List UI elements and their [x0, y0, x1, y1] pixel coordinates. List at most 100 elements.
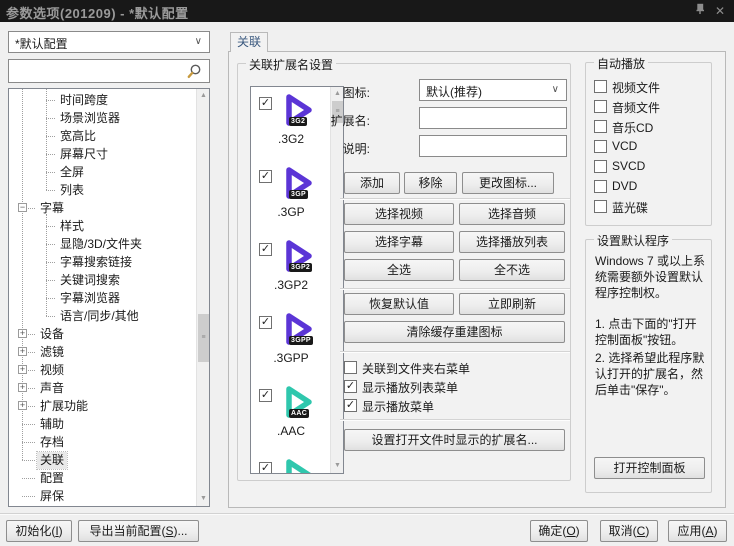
cancel-button[interactable]: 取消(C)	[600, 520, 658, 542]
sidebar-item-16[interactable]: 声音	[37, 380, 67, 397]
description-input[interactable]	[419, 135, 567, 157]
list-item-extension[interactable]: ✓ 3GP .3GP	[251, 164, 331, 237]
sidebar-item-7[interactable]: 样式	[57, 218, 87, 235]
window-title: 参数选项(201209) - *默认配置	[6, 6, 189, 21]
sidebar-item-3[interactable]: 屏幕尺寸	[57, 146, 111, 163]
icon-select[interactable]: 默认(推荐) ∨	[419, 79, 567, 101]
tree-connector	[46, 172, 55, 173]
extension-label: .3GP	[277, 205, 305, 219]
extension-checkbox[interactable]: ✓	[259, 316, 272, 329]
tab-association[interactable]: 关联	[230, 32, 268, 52]
default-program-instructions: 2. 选择希望此程序默认打开的扩展名，然后单击"保存"。	[595, 351, 705, 397]
apply-button[interactable]: 应用(A)	[668, 520, 727, 542]
restore-default-button[interactable]: 恢复默认值	[344, 293, 454, 315]
add-button[interactable]: 添加	[344, 172, 400, 194]
autoplay-group-title: 自动播放	[594, 55, 649, 72]
default-program-group-title: 设置默认程序	[594, 232, 673, 249]
export-config-button[interactable]: 导出当前配置(S)...	[78, 520, 199, 542]
extension-checkbox[interactable]: ✓	[259, 243, 272, 256]
scroll-down-icon[interactable]: ▼	[197, 492, 209, 506]
sidebar-item-4[interactable]: 全屏	[57, 164, 87, 181]
sidebar-item-18[interactable]: 辅助	[37, 416, 67, 433]
profile-value: *默认配置	[15, 37, 68, 51]
refresh-now-button[interactable]: 立即刷新	[459, 293, 565, 315]
close-icon[interactable]: ✕	[711, 3, 729, 19]
select-video-button[interactable]: 选择视频	[344, 203, 454, 225]
remove-button[interactable]: 移除	[404, 172, 457, 194]
select-all-button[interactable]: 全选	[344, 259, 454, 281]
titlebar: 参数选项(201209) - *默认配置 ✕	[0, 0, 734, 22]
sidebar-item-17[interactable]: 扩展功能	[37, 398, 91, 415]
list-item-extension[interactable]: ✓ 3GP2 .3GP2	[251, 237, 331, 310]
sidebar-item-12[interactable]: 语言/同步/其他	[57, 308, 142, 325]
tree-connector	[46, 136, 55, 137]
select-none-button[interactable]: 全不选	[459, 259, 565, 281]
assoc-option-checkbox[interactable]: ✓	[344, 399, 357, 412]
list-item-extension[interactable]: ✓ 3GPP .3GPP	[251, 310, 331, 383]
sidebar-item-19[interactable]: 存档	[37, 434, 67, 451]
assoc-option-checkbox[interactable]: ✓	[344, 380, 357, 393]
sidebar-item-20[interactable]: 关联	[35, 451, 69, 470]
extension-badge: 3GPP	[289, 336, 313, 345]
autoplay-checkbox[interactable]	[594, 100, 607, 113]
set-open-extensions-button[interactable]: 设置打开文件时显示的扩展名...	[344, 429, 565, 451]
search-input[interactable]	[8, 59, 210, 83]
autoplay-checkbox[interactable]	[594, 120, 607, 133]
options-dialog: 参数选项(201209) - *默认配置 ✕ *默认配置 ∨ 时间跨度 场景浏览器…	[0, 0, 734, 546]
pin-icon[interactable]	[690, 3, 708, 19]
sidebar-item-0[interactable]: 时间跨度	[57, 92, 111, 109]
expand-icon[interactable]: +	[18, 365, 27, 374]
collapse-icon[interactable]: −	[18, 203, 27, 212]
select-playlist-button[interactable]: 选择播放列表	[459, 231, 565, 253]
chevron-down-icon: ∨	[194, 36, 202, 47]
sidebar-item-11[interactable]: 字幕浏览器	[57, 290, 123, 307]
autoplay-checkbox[interactable]	[594, 140, 607, 153]
tree-scrollbar-thumb[interactable]: ≡	[198, 314, 209, 362]
list-item-extension[interactable]: ✓ AAC .AAC	[251, 383, 331, 456]
sidebar-item-2[interactable]: 宽高比	[57, 128, 99, 145]
sidebar-item-13[interactable]: 设备	[37, 326, 67, 343]
tree-scrollbar[interactable]: ▲ ≡ ▼	[196, 89, 209, 506]
autoplay-checkbox[interactable]	[594, 180, 607, 193]
scroll-up-icon[interactable]: ▲	[197, 89, 209, 103]
extension-checkbox[interactable]: ✓	[259, 170, 272, 183]
sidebar-item-8[interactable]: 显隐/3D/文件夹	[57, 236, 145, 253]
autoplay-label: SVCD	[612, 159, 646, 173]
open-control-panel-button[interactable]: 打开控制面板	[594, 457, 705, 479]
select-subtitle-button[interactable]: 选择字幕	[344, 231, 454, 253]
select-audio-button[interactable]: 选择音频	[459, 203, 565, 225]
extension-checkbox[interactable]: ✓	[259, 389, 272, 402]
autoplay-checkbox[interactable]	[594, 200, 607, 213]
list-item-extension[interactable]: ✓	[251, 456, 331, 473]
chevron-down-icon: ∨	[551, 84, 559, 95]
sidebar-item-9[interactable]: 字幕搜索链接	[57, 254, 135, 271]
sidebar-item-1[interactable]: 场景浏览器	[57, 110, 123, 127]
tree-connector	[46, 190, 55, 191]
initialize-button[interactable]: 初始化(I)	[6, 520, 72, 542]
sidebar-item-6[interactable]: 字幕	[37, 200, 67, 217]
expand-icon[interactable]: +	[18, 383, 27, 392]
tree-connector	[22, 478, 35, 479]
sidebar-item-14[interactable]: 滤镜	[37, 344, 67, 361]
extension-input[interactable]	[419, 107, 567, 129]
ok-button[interactable]: 确定(O)	[530, 520, 588, 542]
tree-connector	[46, 280, 55, 281]
expand-icon[interactable]: +	[18, 347, 27, 356]
extension-checkbox[interactable]: ✓	[259, 97, 272, 110]
scroll-down-icon[interactable]: ▼	[331, 459, 343, 473]
sidebar-item-21[interactable]: 配置	[37, 470, 67, 487]
sidebar-item-5[interactable]: 列表	[57, 182, 87, 199]
autoplay-checkbox[interactable]	[594, 80, 607, 93]
profile-select[interactable]: *默认配置 ∨	[8, 31, 210, 53]
sidebar-item-10[interactable]: 关键词搜索	[57, 272, 123, 289]
sidebar-item-22[interactable]: 屏保	[37, 488, 67, 505]
expand-icon[interactable]: +	[18, 401, 27, 410]
extension-checkbox[interactable]: ✓	[259, 462, 272, 473]
expand-icon[interactable]: +	[18, 329, 27, 338]
clear-cache-rebuild-icons-button[interactable]: 清除缓存重建图标	[344, 321, 565, 343]
separator	[340, 351, 570, 353]
change-icon-button[interactable]: 更改图标...	[462, 172, 554, 194]
assoc-option-checkbox[interactable]	[344, 361, 357, 374]
autoplay-checkbox[interactable]	[594, 160, 607, 173]
sidebar-item-15[interactable]: 视频	[37, 362, 67, 379]
